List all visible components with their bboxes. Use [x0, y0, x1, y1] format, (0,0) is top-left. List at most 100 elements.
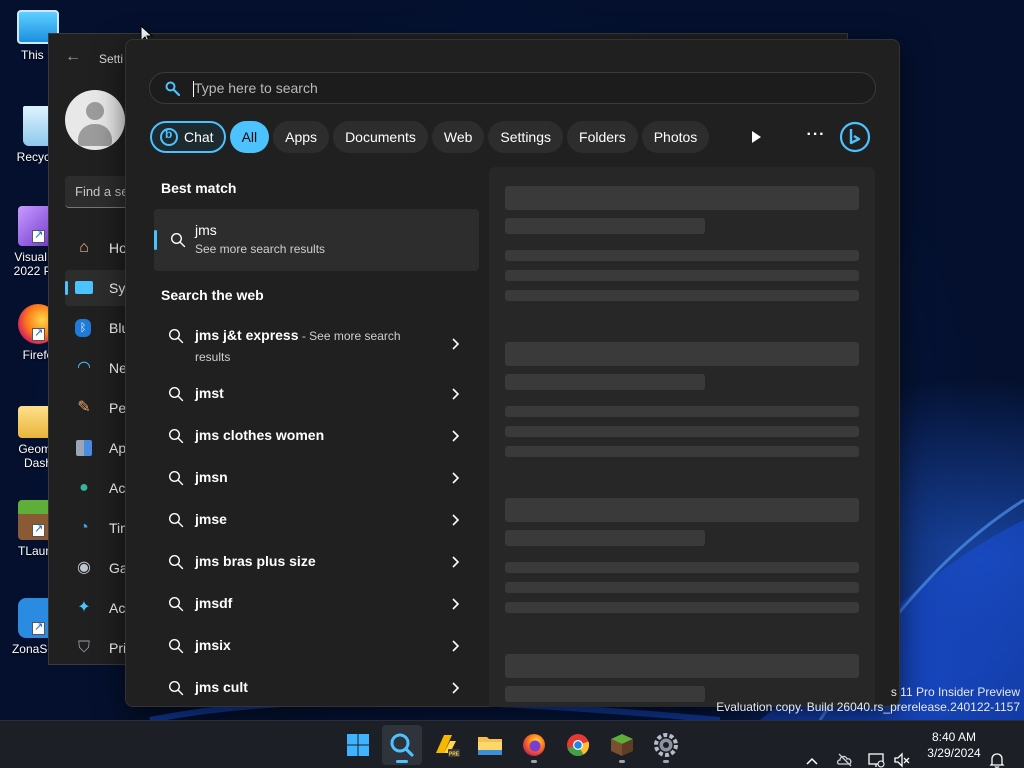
chip-label: Photos	[653, 129, 698, 145]
taskbar-copilot-pre[interactable]: PRE	[426, 725, 466, 765]
chrome-icon	[567, 734, 590, 757]
web-result-item[interactable]: jms j&t express - See more search result…	[154, 315, 479, 375]
system-icon	[75, 279, 93, 297]
chevron-right-icon	[452, 556, 460, 568]
web-result-item[interactable]: jms clothes women	[154, 415, 479, 457]
taskbar-firefox[interactable]	[514, 725, 554, 765]
loading-placeholder	[505, 342, 859, 366]
web-result-query: jms clothes women	[195, 427, 325, 443]
onedrive-offline-icon[interactable]	[836, 736, 854, 768]
web-result-text: jmst	[195, 385, 224, 401]
windows-start-icon	[347, 734, 369, 756]
filter-chips: Chat All Apps Documents Web Settings Fol…	[150, 121, 710, 153]
best-match-subtitle: See more search results	[195, 242, 326, 256]
play-icon[interactable]	[744, 125, 768, 149]
web-result-text: jmsdf	[195, 595, 232, 611]
nav-label: Ap	[109, 440, 127, 456]
clock-time: 8:40 AM	[931, 730, 977, 744]
search-web-heading: Search the web	[161, 287, 264, 303]
web-result-text: jmsn	[195, 469, 228, 485]
loading-placeholder	[505, 654, 859, 678]
preview-pane	[489, 167, 875, 707]
nav-label: Pri	[109, 640, 127, 656]
chip-chat[interactable]: Chat	[150, 121, 226, 153]
chevron-right-icon	[452, 514, 460, 526]
loading-placeholder	[505, 186, 859, 210]
user-avatar[interactable]	[65, 90, 125, 150]
loading-placeholder	[505, 562, 859, 573]
shortcut-arrow-icon	[32, 522, 45, 537]
loading-placeholder	[505, 446, 859, 457]
notification-bell-icon[interactable]	[988, 736, 1006, 768]
start-button[interactable]	[338, 725, 378, 765]
web-result-item[interactable]: jms bras plus size	[154, 541, 479, 583]
search-icon	[168, 470, 184, 486]
taskbar-chrome[interactable]	[558, 725, 598, 765]
search-panel: Chat All Apps Documents Web Settings Fol…	[125, 39, 900, 707]
web-result-query: jmsix	[195, 637, 231, 653]
chip-all[interactable]: All	[229, 121, 270, 153]
web-result-query: jms cult	[195, 679, 248, 695]
chip-label: All	[241, 129, 258, 145]
chip-web[interactable]: Web	[431, 121, 485, 153]
settings-title: Setti	[99, 52, 124, 66]
nav-label: Ac	[109, 600, 126, 616]
chip-label: Settings	[500, 129, 552, 145]
svg-text:PRE: PRE	[449, 752, 460, 758]
loading-placeholder	[505, 582, 859, 593]
minecraft-icon	[611, 734, 633, 756]
volume-muted-icon[interactable]	[893, 736, 911, 768]
file-explorer-icon	[478, 737, 502, 755]
privacy-shield-icon: ⛉	[77, 639, 90, 656]
search-box[interactable]	[149, 72, 876, 104]
bing-chat-icon	[160, 127, 178, 146]
best-match-title: jms	[195, 222, 217, 238]
bing-icon[interactable]	[839, 121, 871, 153]
watermark-line2: Evaluation copy. Build 26040.rs_prerelea…	[716, 700, 1020, 714]
loading-placeholder	[505, 290, 859, 301]
chip-label: Documents	[345, 129, 416, 145]
search-icon	[168, 596, 184, 612]
search-icon	[170, 232, 186, 248]
search-icon	[168, 512, 184, 528]
chip-apps[interactable]: Apps	[273, 121, 330, 153]
best-match-item[interactable]: jms See more search results	[154, 209, 479, 271]
watermark-line1: s 11 Pro Insider Preview	[890, 685, 1020, 699]
network-ethernet-icon[interactable]	[867, 736, 885, 768]
web-result-query: jmsdf	[195, 595, 233, 611]
web-result-item[interactable]: jmst	[154, 373, 479, 415]
shortcut-arrow-icon	[32, 326, 45, 341]
back-arrow-icon[interactable]: ←	[65, 48, 81, 66]
loading-placeholder	[505, 426, 859, 437]
chip-folders[interactable]: Folders	[567, 121, 638, 153]
more-options-button[interactable]: ···	[802, 125, 830, 149]
web-result-text: jmse	[195, 511, 227, 527]
search-input[interactable]	[194, 73, 854, 103]
firefox-icon	[523, 734, 545, 756]
clock[interactable]: 8:40 AM 3/29/2024	[920, 729, 988, 761]
web-result-item[interactable]: jms cult	[154, 667, 479, 709]
home-icon: ⌂	[79, 239, 89, 256]
taskbar-minecraft[interactable]	[602, 725, 642, 765]
chip-photos[interactable]: Photos	[641, 121, 710, 153]
chip-settings[interactable]: Settings	[488, 121, 564, 153]
taskbar-search-button[interactable]	[382, 725, 422, 765]
taskbar-file-explorer[interactable]	[470, 725, 510, 765]
chip-documents[interactable]: Documents	[333, 121, 428, 153]
search-icon	[165, 81, 180, 96]
taskbar-settings[interactable]	[646, 725, 686, 765]
web-result-query: jmsn	[195, 469, 228, 485]
search-icon	[168, 554, 184, 570]
web-result-item[interactable]: jmse	[154, 499, 479, 541]
brush-icon: ✎	[77, 399, 91, 416]
web-result-item[interactable]: jmsdf	[154, 583, 479, 625]
loading-placeholder	[505, 602, 859, 613]
web-result-item[interactable]: jmsn	[154, 457, 479, 499]
search-icon	[168, 428, 184, 444]
web-result-item[interactable]: jmsix	[154, 625, 479, 667]
taskbar: PRE 8:40 AM 3/29/2024	[0, 720, 1024, 768]
search-icon	[168, 680, 184, 696]
search-icon	[168, 328, 184, 344]
chevron-right-icon	[452, 430, 460, 442]
chevron-up-icon[interactable]	[804, 737, 820, 768]
